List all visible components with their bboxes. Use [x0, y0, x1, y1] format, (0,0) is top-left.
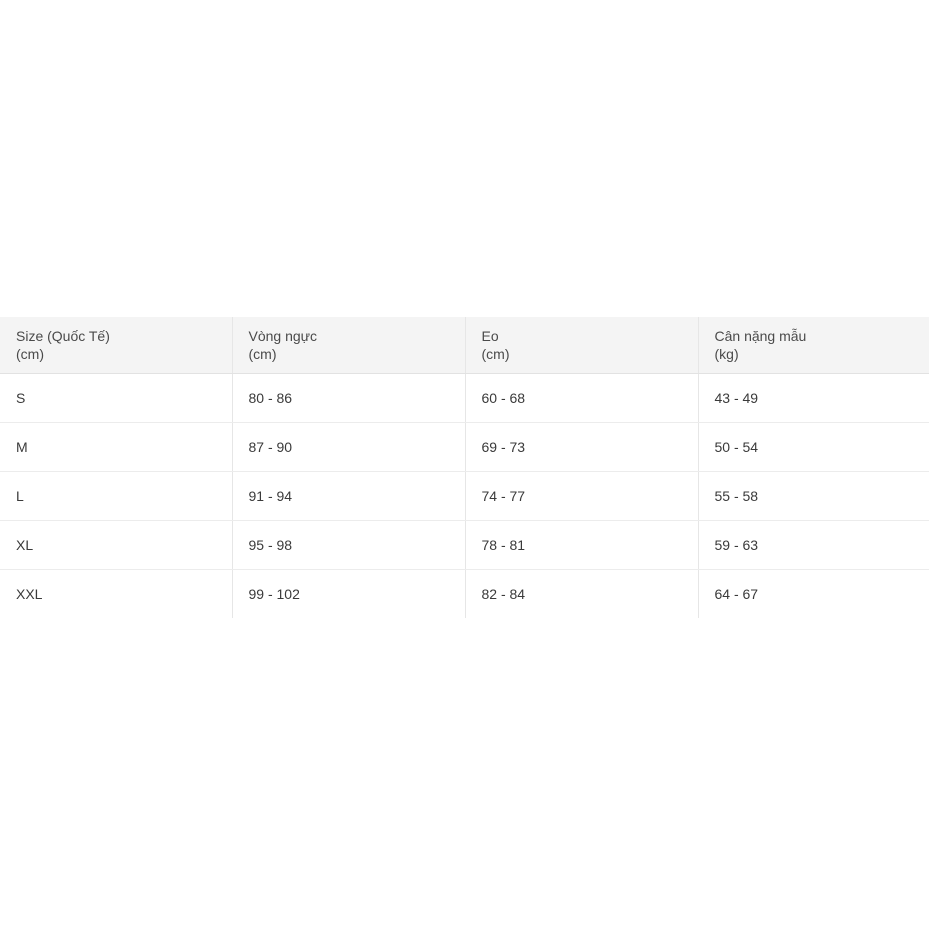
header-weight-unit: (kg): [714, 345, 739, 362]
cell-chest: 99 - 102: [231, 569, 465, 618]
cell-waist: 69 - 73: [464, 422, 698, 472]
table-row: XL 95 - 98 78 - 81 59 - 63: [0, 520, 929, 570]
cell-waist: 78 - 81: [464, 520, 698, 570]
cell-chest: 80 - 86: [231, 373, 465, 423]
table-row: L 91 - 94 74 - 77 55 - 58: [0, 471, 929, 521]
cell-size: XXL: [16, 585, 43, 602]
header-size-unit: (cm): [16, 345, 44, 362]
cell-chest: 95 - 98: [231, 520, 465, 570]
table-row: S 80 - 86 60 - 68 43 - 49: [0, 373, 929, 423]
cell-weight: 55 - 58: [697, 471, 929, 521]
header-weight-label: Cân nặng mẫu: [714, 327, 807, 344]
cell-chest: 87 - 90: [231, 422, 465, 472]
header-waist-label: Eo: [481, 327, 499, 344]
header-weight: Cân nặng mẫu (kg): [697, 317, 929, 374]
table-row: M 87 - 90 69 - 73 50 - 54: [0, 422, 929, 472]
header-row: Size (Quốc Tế) (cm) Vòng ngực (cm) Eo (c…: [0, 317, 929, 374]
header-size-label: Size (Quốc Tế): [16, 327, 110, 344]
cell-waist: 82 - 84: [464, 569, 698, 618]
cell-waist: 60 - 68: [464, 373, 698, 423]
size-chart-table: Size (Quốc Tế) (cm) Vòng ngực (cm) Eo (c…: [0, 317, 929, 618]
cell-size: L: [0, 471, 232, 521]
header-waist: Eo (cm): [464, 317, 698, 374]
header-chest-label: Vòng ngực: [248, 327, 318, 344]
table-body: S 80 - 86 60 - 68 43 - 49 M 87 - 90 69 -…: [0, 373, 929, 618]
header-chest: Vòng ngực (cm): [231, 317, 465, 374]
table-row: XXL 99 - 102 82 - 84 64 - 67: [0, 569, 929, 618]
cell-waist: 74 - 77: [464, 471, 698, 521]
header-size: Size (Quốc Tế) (cm): [0, 317, 232, 374]
header-waist-unit: (cm): [481, 345, 510, 362]
cell-weight: 50 - 54: [697, 422, 929, 472]
cell-size: M: [0, 422, 232, 472]
cell-weight: 59 - 63: [697, 520, 929, 570]
cell-weight: 43 - 49: [697, 373, 929, 423]
header-chest-unit: (cm): [248, 345, 277, 362]
cell-size: S: [0, 373, 232, 423]
cell-size: XL: [0, 520, 232, 570]
cell-chest: 91 - 94: [231, 471, 465, 521]
cell-weight: 64 - 67: [697, 569, 929, 618]
table-header: Size (Quốc Tế) (cm) Vòng ngực (cm) Eo (c…: [0, 317, 929, 374]
